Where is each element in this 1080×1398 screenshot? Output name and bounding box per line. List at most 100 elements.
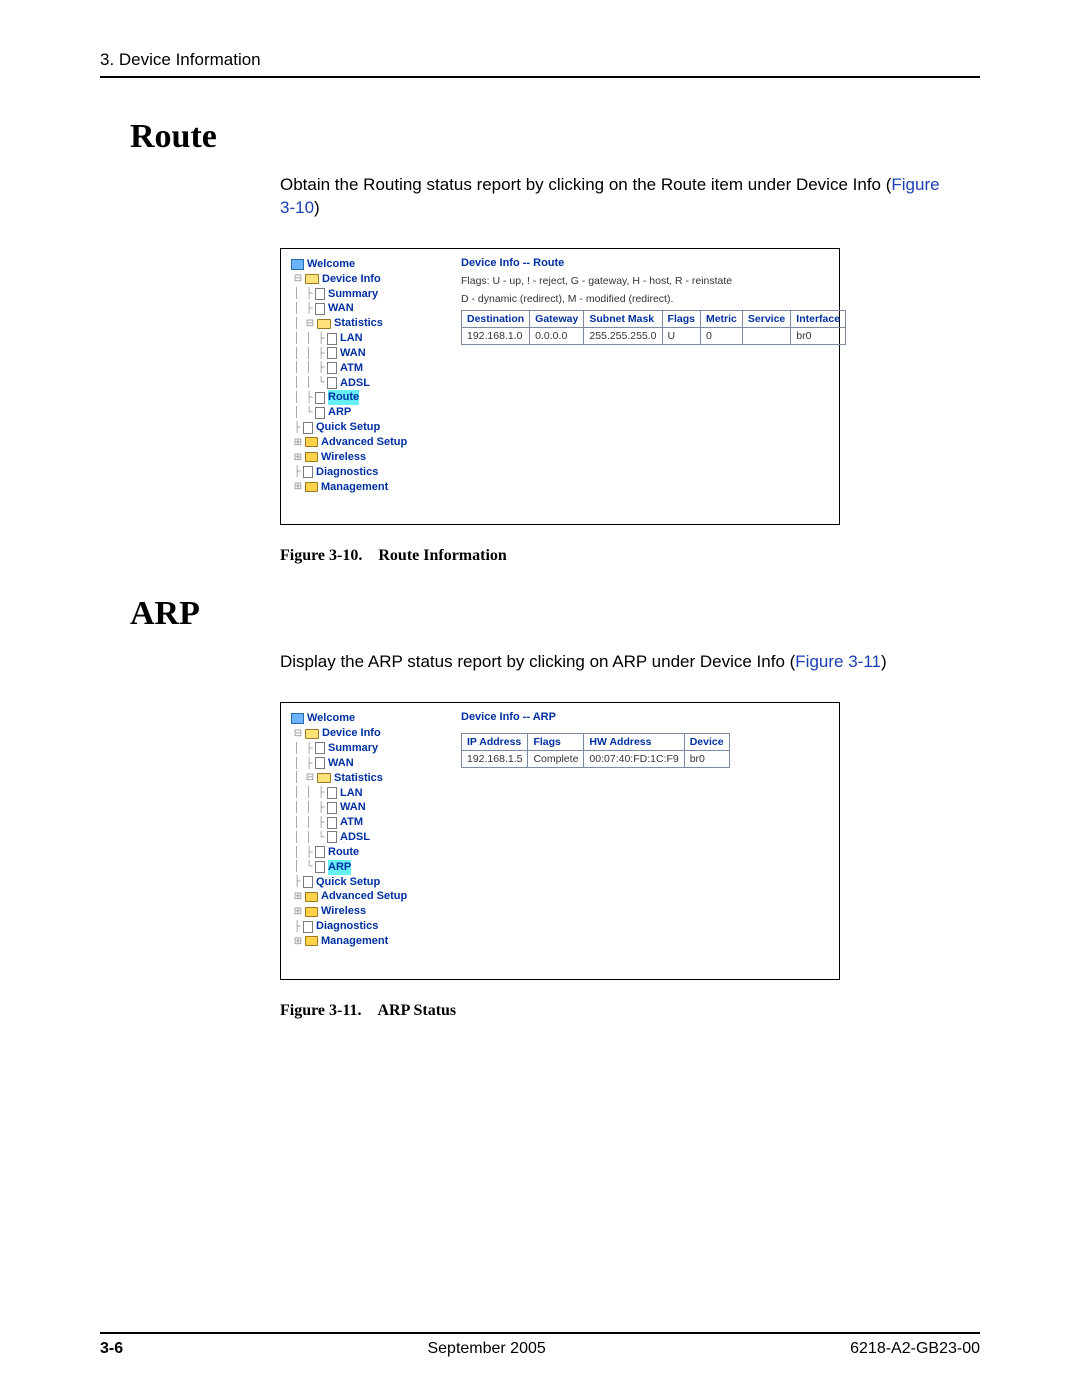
- nav-atm[interactable]: ATM: [340, 361, 363, 376]
- arp-para-pre: Display the ARP status report by clickin…: [280, 652, 795, 671]
- nav-atm[interactable]: ATM: [340, 815, 363, 830]
- nav-summary[interactable]: Summary: [328, 287, 378, 302]
- nav-arp-active[interactable]: ARP: [328, 860, 351, 875]
- page-icon: [315, 392, 325, 404]
- nav-arp[interactable]: ARP: [328, 405, 351, 420]
- route-td-service: [742, 328, 790, 345]
- nav-wan[interactable]: WAN: [328, 301, 354, 316]
- arp-td-hw: 00:07:40:FD:1C:F9: [584, 751, 684, 768]
- nav-statistics[interactable]: Statistics: [334, 771, 383, 786]
- nav-device-info[interactable]: Device Info: [322, 726, 381, 741]
- nav-welcome[interactable]: Welcome: [307, 711, 355, 726]
- figure-3-10-box: Welcome ⊟Device Info │├Summary │├WAN │⊟S…: [280, 248, 840, 526]
- arp-td-device: br0: [684, 751, 729, 768]
- arp-th-ip: IP Address: [462, 734, 528, 751]
- page-footer: 3-6 September 2005 6218-A2-GB23-00: [100, 1324, 980, 1358]
- nav-route[interactable]: Route: [328, 845, 359, 860]
- folder-icon: [305, 907, 318, 917]
- table-row: 192.168.1.0 0.0.0.0 255.255.255.0 U 0 br…: [462, 328, 846, 345]
- nav-wan2[interactable]: WAN: [340, 800, 366, 815]
- nav-adsl[interactable]: ADSL: [340, 376, 370, 391]
- header-rule: [100, 76, 980, 78]
- page-icon: [303, 466, 313, 478]
- nav-wireless[interactable]: Wireless: [321, 904, 366, 919]
- nav-tree-arp: Welcome ⊟Device Info │├Summary │├WAN │⊟S…: [291, 711, 441, 949]
- welcome-icon: [291, 713, 304, 724]
- nav-welcome[interactable]: Welcome: [307, 257, 355, 272]
- arp-th-device: Device: [684, 734, 729, 751]
- welcome-icon: [291, 259, 304, 270]
- route-th-metric: Metric: [700, 311, 742, 328]
- link-figure-3-11[interactable]: Figure 3-11: [795, 652, 881, 671]
- route-th-flags: Flags: [662, 311, 700, 328]
- route-th-service: Service: [742, 311, 790, 328]
- folder-icon: [305, 452, 318, 462]
- nav-wan2[interactable]: WAN: [340, 346, 366, 361]
- arp-td-flags: Complete: [528, 751, 584, 768]
- route-th-interface: Interface: [791, 311, 846, 328]
- nav-summary[interactable]: Summary: [328, 741, 378, 756]
- nav-management[interactable]: Management: [321, 934, 388, 949]
- page-icon: [315, 846, 325, 858]
- nav-quick-setup[interactable]: Quick Setup: [316, 875, 380, 890]
- page-header-chapter: 3. Device Information: [100, 50, 980, 70]
- page-icon: [315, 757, 325, 769]
- nav-statistics[interactable]: Statistics: [334, 316, 383, 331]
- page-icon: [315, 303, 325, 315]
- arp-th-flags: Flags: [528, 734, 584, 751]
- nav-quick-setup[interactable]: Quick Setup: [316, 420, 380, 435]
- arp-td-ip: 192.168.1.5: [462, 751, 528, 768]
- page-icon: [327, 377, 337, 389]
- nav-wan[interactable]: WAN: [328, 756, 354, 771]
- page-icon: [327, 362, 337, 374]
- page-icon: [327, 333, 337, 345]
- page-icon: [315, 288, 325, 300]
- route-td-metric: 0: [700, 328, 742, 345]
- page-icon: [327, 817, 337, 829]
- folder-open-icon: [305, 274, 319, 284]
- nav-diagnostics[interactable]: Diagnostics: [316, 919, 378, 934]
- route-paragraph: Obtain the Routing status report by clic…: [280, 174, 940, 220]
- page-icon: [327, 347, 337, 359]
- route-content-pane: Device Info -- Route Flags: U - up, ! - …: [461, 257, 846, 345]
- arp-paragraph: Display the ARP status report by clickin…: [280, 651, 940, 674]
- route-td-interface: br0: [791, 328, 846, 345]
- nav-management[interactable]: Management: [321, 480, 388, 495]
- page-icon: [327, 802, 337, 814]
- page-icon: [315, 407, 325, 419]
- folder-open-icon: [317, 773, 331, 783]
- page-icon: [303, 422, 313, 434]
- route-flags-line1: Flags: U - up, ! - reject, G - gateway, …: [461, 275, 846, 289]
- nav-wireless[interactable]: Wireless: [321, 450, 366, 465]
- nav-advanced-setup[interactable]: Advanced Setup: [321, 435, 407, 450]
- caption-figure-3-10: Figure 3-10. Route Information: [280, 547, 980, 565]
- arp-para-post: ): [881, 652, 887, 671]
- page-icon: [303, 876, 313, 888]
- route-th-subnet: Subnet Mask: [584, 311, 662, 328]
- figure-3-11-box: Welcome ⊟Device Info │├Summary │├WAN │⊟S…: [280, 702, 840, 980]
- folder-icon: [305, 892, 318, 902]
- route-td-flags: U: [662, 328, 700, 345]
- route-table: Destination Gateway Subnet Mask Flags Me…: [461, 310, 846, 345]
- route-th-destination: Destination: [462, 311, 530, 328]
- nav-diagnostics[interactable]: Diagnostics: [316, 465, 378, 480]
- route-th-gateway: Gateway: [530, 311, 584, 328]
- folder-icon: [305, 482, 318, 492]
- nav-adsl[interactable]: ADSL: [340, 830, 370, 845]
- folder-open-icon: [317, 319, 331, 329]
- footer-date: September 2005: [427, 1340, 545, 1358]
- nav-route-active[interactable]: Route: [328, 390, 359, 405]
- nav-device-info[interactable]: Device Info: [322, 272, 381, 287]
- folder-icon: [305, 936, 318, 946]
- route-flags-line2: D - dynamic (redirect), M - modified (re…: [461, 293, 846, 307]
- route-td-gateway: 0.0.0.0: [530, 328, 584, 345]
- arp-pane-title: Device Info -- ARP: [461, 711, 730, 723]
- nav-lan[interactable]: LAN: [340, 331, 363, 346]
- folder-icon: [305, 437, 318, 447]
- route-para-pre: Obtain the Routing status report by clic…: [280, 175, 891, 194]
- nav-lan[interactable]: LAN: [340, 786, 363, 801]
- caption-figure-3-11: Figure 3-11. ARP Status: [280, 1002, 980, 1020]
- nav-advanced-setup[interactable]: Advanced Setup: [321, 889, 407, 904]
- route-para-post: ): [314, 198, 320, 217]
- page-icon: [303, 921, 313, 933]
